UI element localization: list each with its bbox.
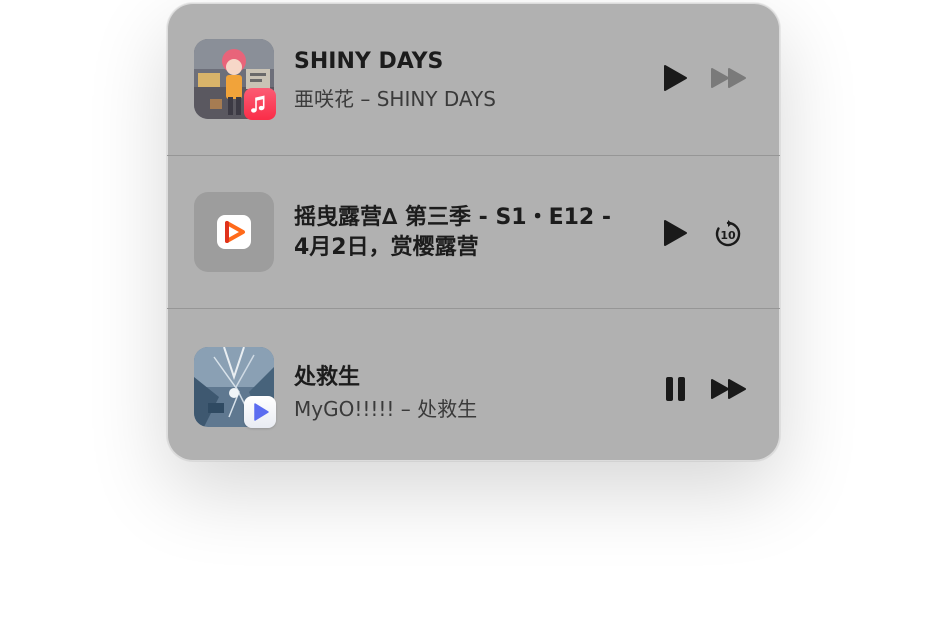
pause-button[interactable]	[664, 375, 688, 407]
skip-forward-10-button[interactable]: 10	[713, 219, 743, 253]
next-track-button[interactable]	[710, 67, 748, 93]
play-button[interactable]	[662, 219, 688, 251]
track-subtitle: 亜咲花 – SHINY DAYS	[294, 87, 496, 111]
now-playing-item[interactable]: 处救生 MyGO!!!!! – 处救生	[167, 309, 780, 461]
skip-seconds-label: 10	[720, 229, 736, 242]
fast-forward-icon	[711, 379, 746, 399]
app-icon-tile	[194, 192, 274, 272]
episode-title-line2: 4月2日，赏樱露营	[294, 235, 479, 260]
fast-forward-icon	[711, 68, 746, 88]
skip-forward-10-icon: 10	[715, 220, 741, 247]
next-track-button[interactable]	[710, 378, 748, 404]
pause-icon	[666, 377, 685, 401]
now-playing-item[interactable]: 摇曳露营∆ 第三季 - S1・E12 - 4月2日，赏樱露营 10	[167, 156, 780, 308]
track-title: SHINY DAYS	[294, 49, 444, 74]
now-playing-panel: SHINY DAYS 亜咲花 – SHINY DAYS 摇曳露营∆ 第三季 -	[167, 3, 780, 461]
play-button[interactable]	[662, 64, 688, 96]
play-icon	[664, 220, 687, 246]
infuse-app-icon	[217, 215, 251, 249]
play-icon	[664, 65, 687, 91]
media-player-icon	[244, 396, 276, 428]
now-playing-item[interactable]: SHINY DAYS 亜咲花 – SHINY DAYS	[167, 3, 780, 155]
track-title: 处救生	[294, 365, 361, 390]
apple-music-icon	[244, 88, 276, 120]
track-subtitle: MyGO!!!!! – 处救生	[294, 397, 478, 421]
episode-title-line1: 摇曳露营∆ 第三季 - S1・E12 -	[294, 205, 612, 230]
